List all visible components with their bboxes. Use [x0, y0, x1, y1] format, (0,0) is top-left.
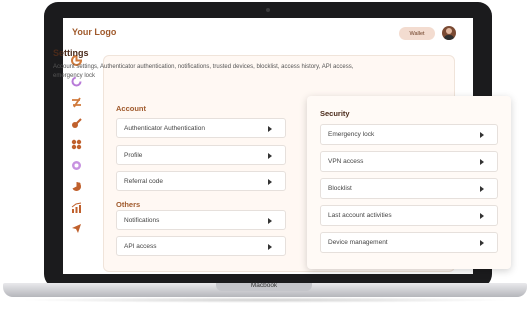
security-section-title: Security: [320, 109, 350, 118]
row-label: Emergency lock: [328, 131, 375, 138]
security-item-last-activities[interactable]: Last account activities: [320, 205, 498, 226]
security-item-device-management[interactable]: Device management: [320, 232, 498, 253]
row-label: Referral code: [124, 178, 164, 185]
apps-icon[interactable]: [71, 139, 82, 150]
chevron-right-icon: [480, 159, 484, 165]
chevron-right-icon: [268, 126, 272, 132]
row-label: VPN access: [328, 158, 364, 165]
avatar[interactable]: [442, 26, 456, 40]
chevron-right-icon: [480, 186, 484, 192]
chevron-right-icon: [480, 240, 484, 246]
security-card: Security Emergency lock VPN access Block…: [307, 96, 511, 269]
settings-description: Account settings, Authenticator authenti…: [53, 64, 354, 79]
laptop-shadow: [18, 297, 512, 303]
chevron-right-icon: [480, 132, 484, 138]
security-item-blocklist[interactable]: Blocklist: [320, 178, 498, 199]
chevron-right-icon: [268, 153, 272, 159]
device-label: Macbook: [250, 282, 278, 289]
account-item-authenticator[interactable]: Authenticator Authentication: [116, 118, 286, 138]
wallet-button[interactable]: Wallet: [399, 27, 435, 40]
security-item-emergency-lock[interactable]: Emergency lock: [320, 124, 498, 145]
row-label: API access: [124, 243, 157, 250]
logo[interactable]: Your Logo: [72, 27, 116, 37]
chevron-right-icon: [268, 218, 272, 224]
chevron-right-icon: [480, 213, 484, 219]
circle-icon[interactable]: [71, 160, 82, 171]
send-icon[interactable]: [71, 223, 82, 234]
account-section-title: Account: [116, 104, 146, 113]
row-label: Authenticator Authentication: [124, 125, 205, 132]
row-label: Profile: [124, 152, 143, 159]
others-item-api-access[interactable]: API access: [116, 236, 286, 256]
others-item-notifications[interactable]: Notifications: [116, 210, 286, 230]
account-item-referral[interactable]: Referral code: [116, 171, 286, 191]
account-item-profile[interactable]: Profile: [116, 145, 286, 165]
chevron-right-icon: [268, 179, 272, 185]
top-bar: Your Logo Wallet: [63, 18, 473, 50]
page-title: Settings: [53, 48, 89, 58]
swap-icon[interactable]: [71, 97, 82, 108]
pie-icon[interactable]: [71, 181, 82, 192]
trend-icon[interactable]: [71, 202, 82, 213]
chevron-right-icon: [268, 244, 272, 250]
sidebar: [63, 50, 89, 274]
rocket-icon[interactable]: [71, 118, 82, 129]
security-item-vpn-access[interactable]: VPN access: [320, 151, 498, 172]
camera-dot: [266, 8, 270, 12]
others-section-title: Others: [116, 200, 141, 209]
row-label: Blocklist: [328, 185, 352, 192]
row-label: Last account activities: [328, 212, 392, 219]
row-label: Device management: [328, 239, 388, 246]
row-label: Notifications: [124, 217, 160, 224]
